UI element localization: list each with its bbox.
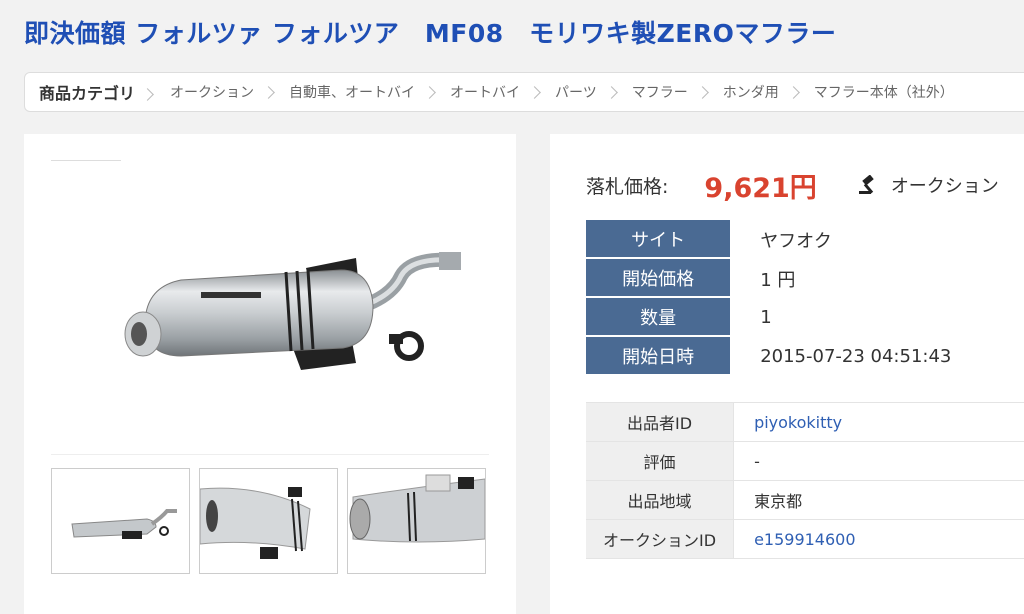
auction-link[interactable]: オークション: [858, 172, 999, 198]
seller-key: オークションID: [586, 520, 735, 559]
breadcrumb-item-muffler[interactable]: マフラー: [624, 82, 715, 102]
info-value: 2015-07-23 04:51:43: [760, 346, 952, 367]
price-label: 落札価格:: [586, 175, 669, 198]
seller-id-link[interactable]: piyokokitty: [734, 403, 1024, 442]
info-value: ヤフオク: [760, 230, 832, 252]
detail-panel: 落札価格: 9,621円 オークション サイト ヤフオク 開始価格 1 円 数量…: [550, 134, 1024, 614]
gavel-icon: [858, 175, 874, 194]
price-row: 落札価格: 9,621円 オークション: [586, 170, 999, 204]
breadcrumb-item-auction[interactable]: オークション: [162, 82, 281, 102]
image-panel: [24, 134, 516, 614]
info-key: 開始日時: [586, 337, 731, 376]
auction-id-link[interactable]: e159914600: [734, 520, 1024, 559]
page-title: 即決価額 フォルツァ フォルツア MF08 モリワキ製ZEROマフラー: [24, 19, 837, 48]
thumbnail-strip: [51, 468, 491, 574]
thumbnail-image: [349, 474, 485, 543]
seller-table: 出品者ID piyokokitty 評価 - 出品地域 東京都 オークションID…: [586, 402, 1024, 559]
seller-key: 出品地域: [586, 481, 735, 520]
thumbnail-3[interactable]: [347, 468, 486, 574]
thumbnail-2[interactable]: [199, 468, 338, 574]
seller-value: 東京都: [734, 481, 1024, 520]
info-key: 開始価格: [586, 259, 731, 298]
seller-value: -: [734, 442, 1024, 481]
table-row: 出品者ID piyokokitty: [586, 403, 1024, 442]
main-product-photo[interactable]: [51, 158, 489, 455]
muffler-image: [124, 252, 461, 370]
breadcrumb-item-muffler-body[interactable]: マフラー本体（社外）: [806, 82, 960, 102]
breadcrumb-head: 商品カテゴリ: [25, 80, 162, 104]
breadcrumb-item-auto[interactable]: 自動車、オートバイ: [281, 82, 442, 102]
breadcrumb-item-honda[interactable]: ホンダ用: [715, 82, 806, 102]
table-row: 評価 -: [586, 442, 1024, 481]
thumbnail-image: [200, 487, 311, 559]
breadcrumb: 商品カテゴリ オークション 自動車、オートバイ オートバイ パーツ マフラー ホ…: [24, 72, 1024, 112]
table-row: 開始価格 1 円: [586, 259, 1024, 298]
info-key: サイト: [586, 220, 731, 259]
table-row: サイト ヤフオク: [586, 220, 1024, 259]
breadcrumb-item-parts[interactable]: パーツ: [547, 82, 624, 102]
table-row: 数量 1: [586, 298, 1024, 337]
breadcrumb-item-motorcycle[interactable]: オートバイ: [442, 82, 547, 102]
table-row: 出品地域 東京都: [586, 481, 1024, 520]
info-key: 数量: [586, 298, 731, 337]
info-value: 1 円: [760, 269, 796, 291]
info-table: サイト ヤフオク 開始価格 1 円 数量 1 開始日時 2015-07-23 0…: [586, 220, 1024, 376]
thumbnail-image: [71, 509, 177, 539]
table-row: 開始日時 2015-07-23 04:51:43: [586, 337, 1024, 376]
info-value: 1: [760, 307, 772, 328]
table-row: オークションID e159914600: [586, 520, 1024, 559]
seller-key: 評価: [586, 442, 735, 481]
seller-key: 出品者ID: [586, 403, 735, 442]
thumbnail-1[interactable]: [51, 468, 190, 574]
price-value: 9,621円: [704, 172, 817, 204]
